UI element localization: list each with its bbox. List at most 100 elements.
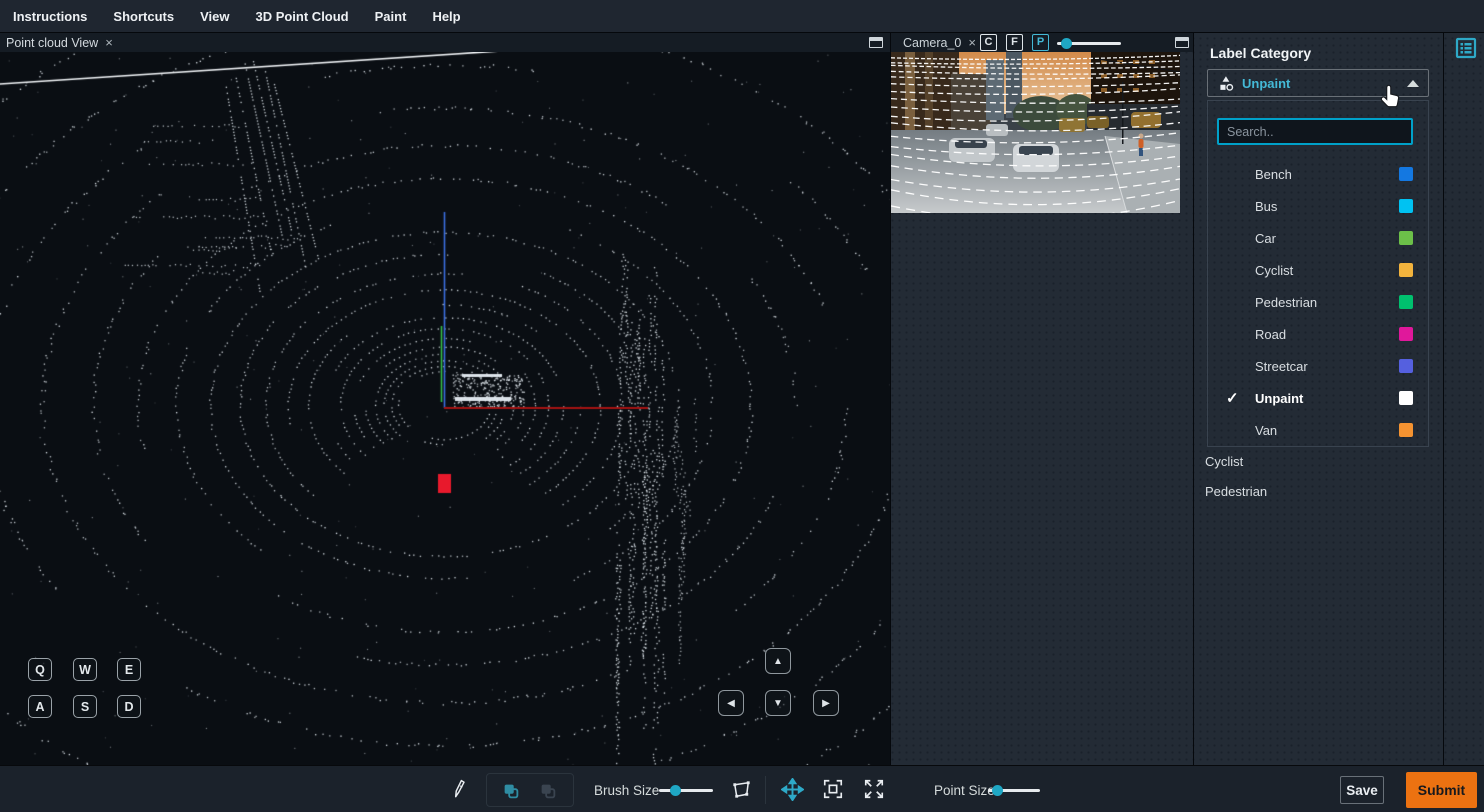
expand-view-button[interactable]	[861, 776, 887, 802]
polygon-icon	[730, 778, 753, 801]
category-row-streetcar[interactable]: Streetcar	[1208, 350, 1428, 382]
color-swatch	[1399, 391, 1413, 405]
category-label: Bench	[1255, 167, 1292, 182]
category-dropdown-panel: Bench Bus Car Cyclist Pedestrian Road St…	[1207, 100, 1429, 447]
camera-toggle-c[interactable]: C	[980, 34, 997, 51]
maximize-icon[interactable]	[1175, 37, 1189, 48]
color-swatch	[1399, 231, 1413, 245]
label-instance-cyclist[interactable]: Cyclist	[1205, 454, 1243, 469]
label-list-panel-icon[interactable]	[1455, 37, 1477, 59]
copy-labels-button[interactable]	[498, 778, 524, 804]
camera-opacity-slider[interactable]	[1057, 38, 1121, 49]
point-size-slider[interactable]	[988, 785, 1040, 796]
key-button-d[interactable]: D	[117, 695, 141, 718]
camera-toggle-p[interactable]: P	[1032, 34, 1049, 51]
brush-size-slider[interactable]	[659, 785, 713, 796]
label-instance-pedestrian[interactable]: Pedestrian	[1205, 484, 1267, 499]
tab-point-cloud-label: Point cloud View	[6, 36, 98, 50]
category-row-road[interactable]: Road	[1208, 318, 1428, 350]
menu-paint[interactable]: Paint	[375, 9, 407, 24]
category-row-unpaint[interactable]: ✓ Unpaint	[1208, 382, 1428, 414]
category-row-bench[interactable]: Bench	[1208, 158, 1428, 190]
pan-left-button[interactable]: ◀	[718, 690, 744, 716]
menu-instructions[interactable]: Instructions	[13, 9, 87, 24]
slider-track	[659, 789, 713, 792]
category-dropdown[interactable]: Unpaint	[1207, 69, 1429, 97]
move-tool-button[interactable]	[779, 776, 805, 802]
category-label: Cyclist	[1255, 263, 1293, 278]
maximize-icon[interactable]	[869, 37, 883, 48]
key-button-a[interactable]: A	[28, 695, 52, 718]
brush-size-label: Brush Size	[594, 783, 659, 798]
color-swatch	[1399, 359, 1413, 373]
frame-icon	[822, 778, 844, 800]
app-root: Instructions Shortcuts View 3D Point Clo…	[0, 0, 1484, 812]
pen-icon	[449, 778, 471, 800]
color-swatch	[1399, 199, 1413, 213]
save-button[interactable]: Save	[1340, 776, 1384, 804]
chevron-up-icon	[1407, 80, 1419, 87]
close-icon[interactable]: ×	[105, 35, 113, 50]
check-icon: ✓	[1226, 389, 1242, 407]
point-size-label: Point Size	[934, 783, 995, 798]
key-button-s[interactable]: S	[73, 695, 97, 718]
menubar: Instructions Shortcuts View 3D Point Clo…	[0, 0, 1484, 33]
color-swatch	[1399, 167, 1413, 181]
category-row-cyclist[interactable]: Cyclist	[1208, 254, 1428, 286]
toolbar-divider	[765, 776, 766, 804]
category-label: Bus	[1255, 199, 1277, 214]
category-label: Van	[1255, 423, 1277, 438]
category-label: Pedestrian	[1255, 295, 1317, 310]
pan-down-button[interactable]: ▼	[765, 690, 791, 716]
point-cloud-viewport: Q W E A S D ▲ ◀ ▼ ▶	[0, 52, 890, 765]
menu-view[interactable]: View	[200, 9, 229, 24]
move-icon	[781, 778, 804, 801]
paste-icon	[538, 781, 558, 801]
slider-thumb[interactable]	[1061, 38, 1072, 49]
category-label: Unpaint	[1255, 391, 1303, 406]
key-button-e[interactable]: E	[117, 658, 141, 681]
bottom-toolbar: Brush Size	[0, 765, 1484, 812]
brush-tool-button[interactable]	[447, 776, 473, 802]
shapes-icon	[1217, 75, 1234, 92]
expand-icon	[863, 778, 885, 800]
color-swatch	[1399, 327, 1413, 341]
category-row-bus[interactable]: Bus	[1208, 190, 1428, 222]
label-category-title: Label Category	[1210, 45, 1311, 61]
color-swatch	[1399, 295, 1413, 309]
key-button-w[interactable]: W	[73, 658, 97, 681]
menu-help[interactable]: Help	[432, 9, 460, 24]
category-label: Car	[1255, 231, 1276, 246]
tab-band: Point cloud View × Camera_0 × C F P	[0, 33, 1193, 52]
paste-labels-button[interactable]	[535, 778, 561, 804]
menu-shortcuts[interactable]: Shortcuts	[113, 9, 174, 24]
category-label: Streetcar	[1255, 359, 1308, 374]
category-label: Road	[1255, 327, 1286, 342]
submit-button[interactable]: Submit	[1406, 772, 1477, 808]
copy-icon	[501, 781, 521, 801]
menu-3d-point-cloud[interactable]: 3D Point Cloud	[255, 9, 348, 24]
close-icon[interactable]: ×	[968, 35, 976, 50]
slider-thumb[interactable]	[670, 785, 681, 796]
category-row-van[interactable]: Van	[1208, 414, 1428, 446]
tab-camera-0[interactable]: Camera_0 ×	[903, 35, 976, 50]
camera-image	[891, 52, 1180, 213]
category-row-pedestrian[interactable]: Pedestrian	[1208, 286, 1428, 318]
panel-divider	[890, 33, 891, 765]
color-swatch	[1399, 423, 1413, 437]
key-button-q[interactable]: Q	[28, 658, 52, 681]
tab-point-cloud-view[interactable]: Point cloud View ×	[6, 35, 113, 50]
color-swatch	[1399, 263, 1413, 277]
frame-fit-button[interactable]	[820, 776, 846, 802]
tab-camera-label: Camera_0	[903, 36, 961, 50]
panel-divider	[1193, 33, 1194, 765]
category-row-car[interactable]: Car	[1208, 222, 1428, 254]
camera-toggle-f[interactable]: F	[1006, 34, 1023, 51]
search-input[interactable]	[1217, 118, 1413, 145]
pan-up-button[interactable]: ▲	[765, 648, 791, 674]
pan-right-button[interactable]: ▶	[813, 690, 839, 716]
selected-category-label: Unpaint	[1242, 76, 1290, 91]
camera-view[interactable]	[891, 52, 1180, 213]
polygon-tool-button[interactable]	[728, 776, 754, 802]
slider-thumb[interactable]	[992, 785, 1003, 796]
